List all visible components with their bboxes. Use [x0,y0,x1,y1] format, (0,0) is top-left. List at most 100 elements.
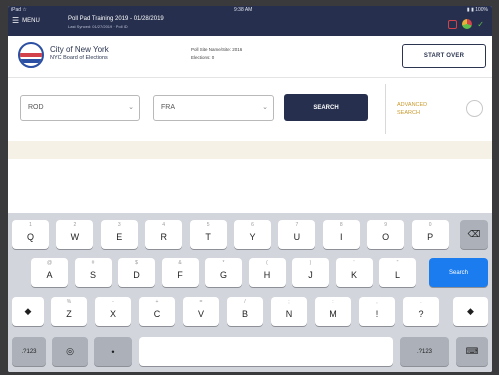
advanced-search-toggle[interactable] [466,100,483,117]
key-alt-char: 0 [428,222,432,228]
key-row3-8[interactable]: .? [403,297,439,326]
key-alt-char: + [155,299,159,305]
key-row1-5[interactable]: 6Y [234,220,271,249]
globe-key[interactable]: ◎ [52,337,88,366]
key-main-char: L [394,270,400,280]
key-row1-1[interactable]: 2W [56,220,94,249]
key-alt-char: ) [309,260,312,266]
key-main-char: G [219,270,227,280]
key-main-char: H [263,270,271,280]
key-alt-char: ( [266,260,268,266]
key-alt-char: / [244,299,246,305]
key-row1-3[interactable]: 4R [145,220,183,249]
key-row3-2[interactable]: + C [139,297,175,326]
key-row1-2[interactable]: 3E [100,220,138,249]
key-alt-char: 2 [73,222,77,228]
key-row1-0[interactable]: 1Q [12,220,49,249]
key-row3-5[interactable]: ; N [271,297,307,326]
key-main-char: U [293,232,301,242]
chevron-down-icon: ⌄ [262,104,268,111]
key-row3-0[interactable]: % Z [51,297,87,326]
start-over-button[interactable]: START OVER [402,44,486,68]
key-main-char: I [340,232,343,242]
last-name-field[interactable]: ROD ⌄ [20,95,140,121]
key-row2-3[interactable]: & F [161,258,199,287]
key-main-char: Q [26,232,34,242]
advanced-label-line1: ADVANCED [397,102,428,108]
sync-status-icon[interactable] [462,19,473,29]
globe-icon: ◎ [66,346,74,356]
hide-keyboard-key[interactable]: ⌨ [456,337,488,366]
key-row1-6[interactable]: 7U [278,220,316,249]
key-main-char: T [205,232,211,242]
space-bar[interactable] [139,337,393,366]
status-time: 9:38 AM [234,7,253,13]
first-name-field[interactable]: FRA ⌄ [153,95,274,121]
logo-red-stripe [20,53,42,57]
key-alt-char: 5 [206,222,210,228]
key-row2-6[interactable]: ) J [292,258,329,287]
key-row1-8[interactable]: 9O [367,220,405,249]
menu-button[interactable]: ☰ MENU [12,17,40,25]
key-row2-7[interactable]: ' K [335,258,373,287]
key-row2-5[interactable]: (H [248,258,286,287]
key-alt-char: $ [135,260,138,266]
key-row2-0[interactable]: @ A [31,258,68,287]
voter-search-form: ROD ⌄ FRA ⌄ SEARCH ADVANCED SEARCH [8,78,492,141]
search-button[interactable]: SEARCH [284,94,368,121]
check-icon: ✓ [477,19,484,29]
key-row1-7[interactable]: 8I [322,220,360,249]
alert-icon[interactable] [448,19,458,29]
key-row2-1[interactable]: # S [74,258,112,287]
key-row3-1[interactable]: -X [95,297,131,326]
microphone-icon: • [111,346,115,357]
top-bar: iPad ☆ 9:38 AM ▮ ▮ 100% ☰ MENU Poll Pad … [8,6,492,36]
key-alt-char: % [66,299,72,305]
key-main-char: S [89,270,96,280]
key-row1-4[interactable]: 5T [189,220,227,249]
key-alt-char: - [112,299,114,305]
key-alt-char: ; [288,299,290,305]
search-key[interactable]: Search [429,258,488,287]
key-alt-char: 8 [339,222,343,228]
key-main-char: J [308,270,313,280]
status-carrier: iPad ☆ [11,7,27,13]
shift-icon: ◆ [24,306,32,316]
key-main-char: E [116,232,123,242]
key-alt-char: ' [353,260,355,266]
key-row1-9[interactable]: 0P [411,220,449,249]
key-alt-char: " [396,260,399,266]
key-row2-2[interactable]: $ D [118,258,155,287]
key-row3-3[interactable]: = V [183,297,219,326]
menu-label: MENU [22,18,40,24]
key-row3-7[interactable]: ,! [359,297,395,326]
key-main-char: R [160,232,167,242]
numbers-key[interactable]: .?123 [12,337,46,366]
nyc-boe-logo [18,42,44,68]
key-row3-4[interactable]: / B [227,297,263,326]
key-row2-4[interactable]: * G [205,258,242,287]
logo-blue-stripe [20,59,42,63]
key-main-char: ? [418,309,424,319]
site-line-1: Poll Site Name/Site: 2016 [191,47,243,52]
screen: iPad ☆ 9:38 AM ▮ ▮ 100% ☰ MENU Poll Pad … [8,6,492,372]
key-alt-char: 4 [162,222,166,228]
key-row3-6[interactable]: :M [315,297,351,326]
key-main-char: N [285,309,293,319]
backspace-key[interactable]: ⌫ [460,220,488,249]
key-main-char: A [46,270,53,280]
header: City of New York NYC Board of Elections … [8,36,492,78]
shift-left-key[interactable]: ◆ [12,297,44,326]
numbers-key-right[interactable]: .?123 [400,337,449,366]
event-subtitle: Last Synced: 01/27/2019 · Poll ID [68,24,128,29]
key-main-char: K [350,270,357,280]
advanced-search-label: ADVANCED SEARCH [397,101,427,117]
key-main-char: F [177,270,183,280]
shift-right-key[interactable]: ◆ [453,297,488,326]
results-area [8,159,492,213]
key-main-char: O [382,232,390,242]
dictation-key[interactable]: • [94,337,132,366]
key-alt-char: 9 [384,222,388,228]
key-alt-char: , [376,299,378,305]
key-row2-8[interactable]: " L [379,258,416,287]
